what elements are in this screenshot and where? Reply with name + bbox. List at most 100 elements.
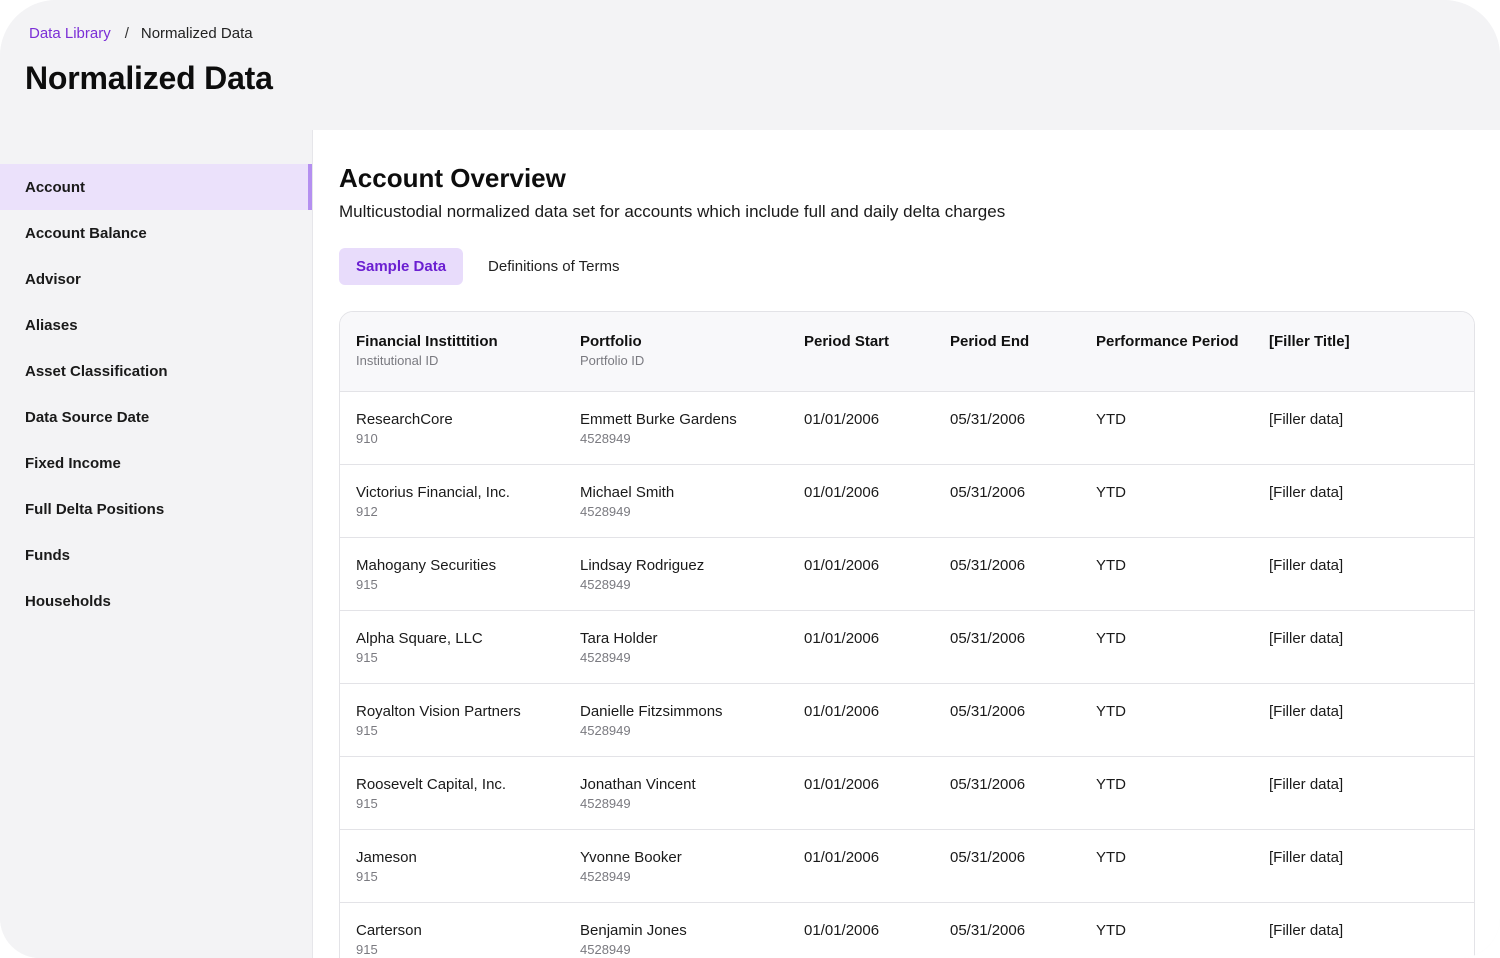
table-row[interactable]: Jameson 915 Yvonne Booker 4528949 01/01/20… bbox=[340, 829, 1474, 902]
cell-performance-period: YTD bbox=[1096, 702, 1126, 720]
cell-period-start: 01/01/2006 bbox=[804, 921, 880, 939]
data-table: Financial Instittition Institutional ID P… bbox=[340, 312, 1474, 958]
sidebar-item-label: Fixed Income bbox=[25, 454, 121, 472]
institution-name: Roosevelt Capital, Inc. bbox=[356, 775, 507, 793]
institution-id: 910 bbox=[356, 430, 378, 446]
cell-institution: ResearchCore 910 bbox=[340, 391, 564, 464]
sidebar-item-account[interactable]: Account bbox=[0, 164, 312, 210]
column-header-filler-title: [Filler Title] bbox=[1253, 312, 1474, 391]
cell-filler: [Filler data] bbox=[1269, 556, 1344, 574]
portfolio-name: Yvonne Booker bbox=[580, 848, 682, 866]
institution-id: 915 bbox=[356, 576, 378, 592]
portfolio-id: 4528949 bbox=[580, 503, 631, 519]
institution-id: 915 bbox=[356, 868, 378, 884]
sidebar-item-asset-classification[interactable]: Asset Classification bbox=[0, 348, 312, 394]
column-header-label: Performance Period bbox=[1096, 333, 1239, 350]
portfolio-name: Benjamin Jones bbox=[580, 921, 687, 939]
column-header-sublabel: Portfolio ID bbox=[580, 353, 645, 368]
institution-name: Carterson bbox=[356, 921, 422, 939]
table-row[interactable]: Alpha Square, LLC 915 Tara Holder 4528949 … bbox=[340, 610, 1474, 683]
tab-definitions-of-terms[interactable]: Definitions of Terms bbox=[471, 248, 636, 285]
portfolio-id: 4528949 bbox=[580, 868, 631, 884]
cell-institution: Roosevelt Capital, Inc. 915 bbox=[340, 756, 564, 829]
cell-portfolio: Danielle Fitzsimmons 4528949 bbox=[564, 683, 788, 756]
column-header-period-end: Period End bbox=[934, 312, 1080, 391]
tab-bar: Sample Data Definitions of Terms bbox=[339, 248, 637, 285]
cell-period-end: 05/31/2006 bbox=[950, 702, 1026, 720]
cell-portfolio: Yvonne Booker 4528949 bbox=[564, 829, 788, 902]
sidebar: Account Account Balance Advisor Aliases … bbox=[0, 130, 312, 958]
column-header-portfolio: Portfolio Portfolio ID bbox=[564, 312, 788, 391]
sidebar-item-data-source-date[interactable]: Data Source Date bbox=[0, 394, 312, 440]
cell-institution: Carterson 915 bbox=[340, 902, 564, 958]
portfolio-id: 4528949 bbox=[580, 795, 631, 811]
main-content: Account Overview Multicustodial normaliz… bbox=[312, 130, 1500, 958]
sidebar-item-label: Asset Classification bbox=[25, 362, 168, 380]
cell-institution: Victorius Financial, Inc. 912 bbox=[340, 464, 564, 537]
institution-id: 915 bbox=[356, 795, 378, 811]
cell-period-end: 05/31/2006 bbox=[950, 921, 1026, 939]
section-description: Multicustodial normalized data set for a… bbox=[339, 202, 1006, 221]
sidebar-item-label: Full Delta Positions bbox=[25, 500, 165, 518]
portfolio-name: Danielle Fitzsimmons bbox=[580, 702, 723, 720]
data-table-card: Financial Instittition Institutional ID P… bbox=[339, 311, 1475, 958]
cell-filler: [Filler data] bbox=[1269, 629, 1344, 647]
cell-performance-period: YTD bbox=[1096, 848, 1126, 866]
table-row[interactable]: ResearchCore 910 Emmett Burke Gardens 4528… bbox=[340, 391, 1474, 464]
cell-period-start: 01/01/2006 bbox=[804, 483, 880, 501]
table-row[interactable]: Mahogany Securities 915 Lindsay Rodriguez… bbox=[340, 537, 1474, 610]
institution-id: 915 bbox=[356, 722, 378, 738]
sidebar-item-label: Account Balance bbox=[25, 224, 147, 242]
cell-period-end: 05/31/2006 bbox=[950, 556, 1026, 574]
page-title: Normalized Data bbox=[25, 60, 273, 96]
table-row[interactable]: Carterson 915 Benjamin Jones 4528949 01/01… bbox=[340, 902, 1474, 958]
table-row[interactable]: Roosevelt Capital, Inc. 915 Jonathan Vinc… bbox=[340, 756, 1474, 829]
sidebar-item-account-balance[interactable]: Account Balance bbox=[0, 210, 312, 256]
sidebar-item-households[interactable]: Households bbox=[0, 578, 312, 624]
institution-name: Victorius Financial, Inc. bbox=[356, 483, 510, 501]
sidebar-item-advisor[interactable]: Advisor bbox=[0, 256, 312, 302]
column-header-period-start: Period Start bbox=[788, 312, 934, 391]
cell-performance-period: YTD bbox=[1096, 410, 1126, 428]
section-title: Account Overview bbox=[339, 163, 566, 193]
breadcrumb-current: Normalized Data bbox=[140, 25, 253, 42]
cell-portfolio: Tara Holder 4528949 bbox=[564, 610, 788, 683]
app-window: Data Library / Normalized Data Normalize… bbox=[0, 0, 1500, 958]
tab-sample-data[interactable]: Sample Data bbox=[339, 248, 464, 285]
cell-performance-period: YTD bbox=[1096, 921, 1126, 939]
portfolio-id: 4528949 bbox=[580, 576, 631, 592]
sidebar-item-label: Advisor bbox=[25, 270, 81, 288]
cell-institution: Jameson 915 bbox=[340, 829, 564, 902]
cell-period-end: 05/31/2006 bbox=[950, 848, 1026, 866]
cell-performance-period: YTD bbox=[1096, 483, 1126, 501]
table-row[interactable]: Victorius Financial, Inc. 912 Michael Smi… bbox=[340, 464, 1474, 537]
sidebar-nav: Account Account Balance Advisor Aliases … bbox=[0, 164, 312, 624]
portfolio-id: 4528949 bbox=[580, 430, 631, 446]
sidebar-item-label: Households bbox=[25, 592, 111, 610]
breadcrumb-link-data-library[interactable]: Data Library bbox=[29, 25, 111, 42]
institution-id: 915 bbox=[356, 649, 378, 665]
column-header-label: [Filler Title] bbox=[1269, 333, 1350, 350]
cell-performance-period: YTD bbox=[1096, 629, 1126, 647]
sidebar-item-label: Data Source Date bbox=[25, 408, 150, 426]
cell-period-end: 05/31/2006 bbox=[950, 629, 1026, 647]
table-row[interactable]: Royalton Vision Partners 915 Danielle Fit… bbox=[340, 683, 1474, 756]
sidebar-item-fixed-income[interactable]: Fixed Income bbox=[0, 440, 312, 486]
cell-period-start: 01/01/2006 bbox=[804, 410, 880, 428]
institution-id: 915 bbox=[356, 941, 378, 957]
portfolio-name: Lindsay Rodriguez bbox=[580, 556, 705, 574]
portfolio-name: Emmett Burke Gardens bbox=[580, 410, 737, 428]
cell-portfolio: Michael Smith 4528949 bbox=[564, 464, 788, 537]
sidebar-item-aliases[interactable]: Aliases bbox=[0, 302, 312, 348]
institution-name: Jameson bbox=[356, 848, 417, 866]
portfolio-name: Jonathan Vincent bbox=[580, 775, 696, 793]
sidebar-item-funds[interactable]: Funds bbox=[0, 532, 312, 578]
cell-institution: Royalton Vision Partners 915 bbox=[340, 683, 564, 756]
sidebar-item-full-delta-positions[interactable]: Full Delta Positions bbox=[0, 486, 312, 532]
column-header-label: Period Start bbox=[804, 333, 890, 350]
cell-portfolio: Emmett Burke Gardens 4528949 bbox=[564, 391, 788, 464]
cell-period-start: 01/01/2006 bbox=[804, 556, 880, 574]
cell-filler: [Filler data] bbox=[1269, 775, 1344, 793]
portfolio-id: 4528949 bbox=[580, 941, 631, 957]
table-header-row: Financial Instittition Institutional ID P… bbox=[340, 312, 1474, 391]
